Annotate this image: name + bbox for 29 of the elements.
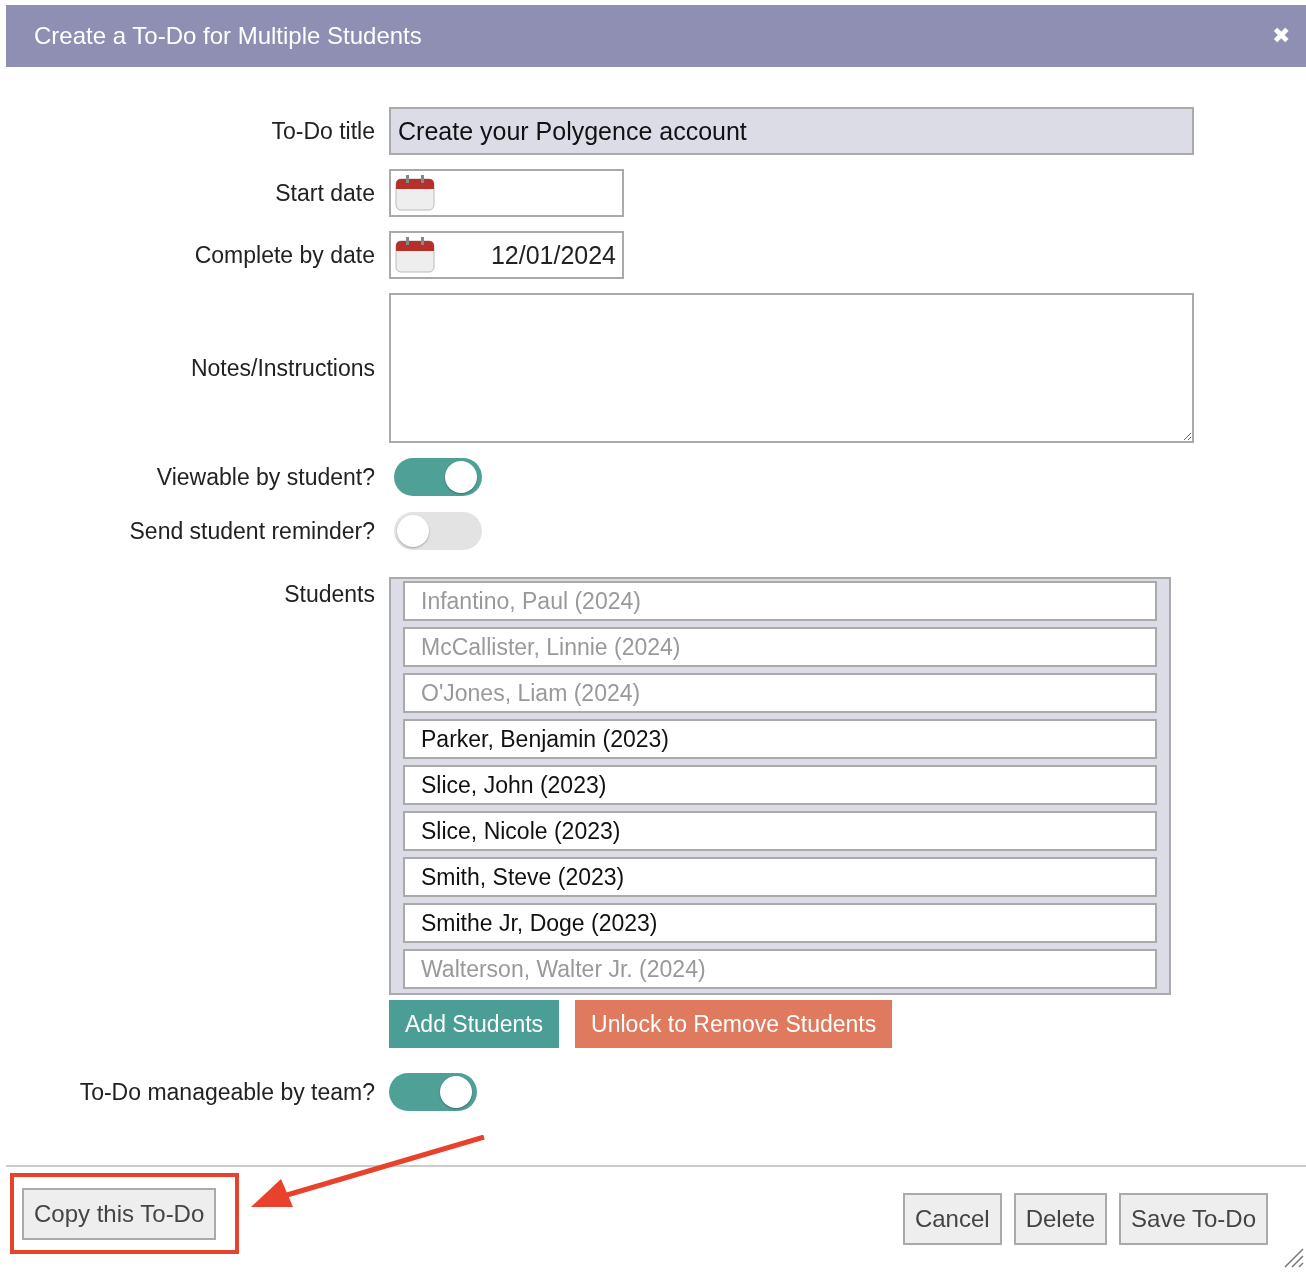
field-label: Send student reminder? [128,517,375,545]
student-item[interactable]: Parker, Benjamin (2023) [403,719,1157,759]
footer-button[interactable]: Cancel [902,1193,1002,1245]
field-label: Students [283,581,375,608]
date-field[interactable]: 12/01/2024 [389,231,624,279]
toggle-switch[interactable] [389,1073,477,1111]
resize-grip-icon [1282,1246,1304,1268]
field-label: Start date [274,179,375,207]
student-item[interactable]: Smithe Jr, Doge (2023) [403,903,1157,943]
field-label: Viewable by student? [155,463,375,491]
dialog-title: Create a To-Do for Multiple Students [34,22,422,50]
student-item[interactable]: Smith, Steve (2023) [403,857,1157,897]
date-field[interactable] [389,169,624,217]
date-value: 12/01/2024 [490,240,616,270]
field-label: Notes/Instructions [189,354,375,382]
footer-button[interactable]: Delete [1013,1193,1108,1245]
field-label: To-Do title [270,117,375,145]
field-label: To-Do manageable by team? [78,1078,375,1106]
student-item[interactable]: Slice, John (2023) [403,765,1157,805]
calendar-icon [395,175,435,211]
calendar-icon [395,237,435,273]
notes-textarea[interactable] [389,293,1194,443]
footer-button[interactable]: Save To-Do [1119,1193,1268,1245]
copy-button[interactable]: Copy this To-Do [22,1188,217,1240]
student-item[interactable]: Slice, Nicole (2023) [403,811,1157,851]
title-input[interactable]: Create your Polygence account [389,107,1194,155]
toggle-switch[interactable] [394,512,482,550]
toggle-switch[interactable] [394,458,482,496]
field-label: Complete by date [193,241,375,269]
